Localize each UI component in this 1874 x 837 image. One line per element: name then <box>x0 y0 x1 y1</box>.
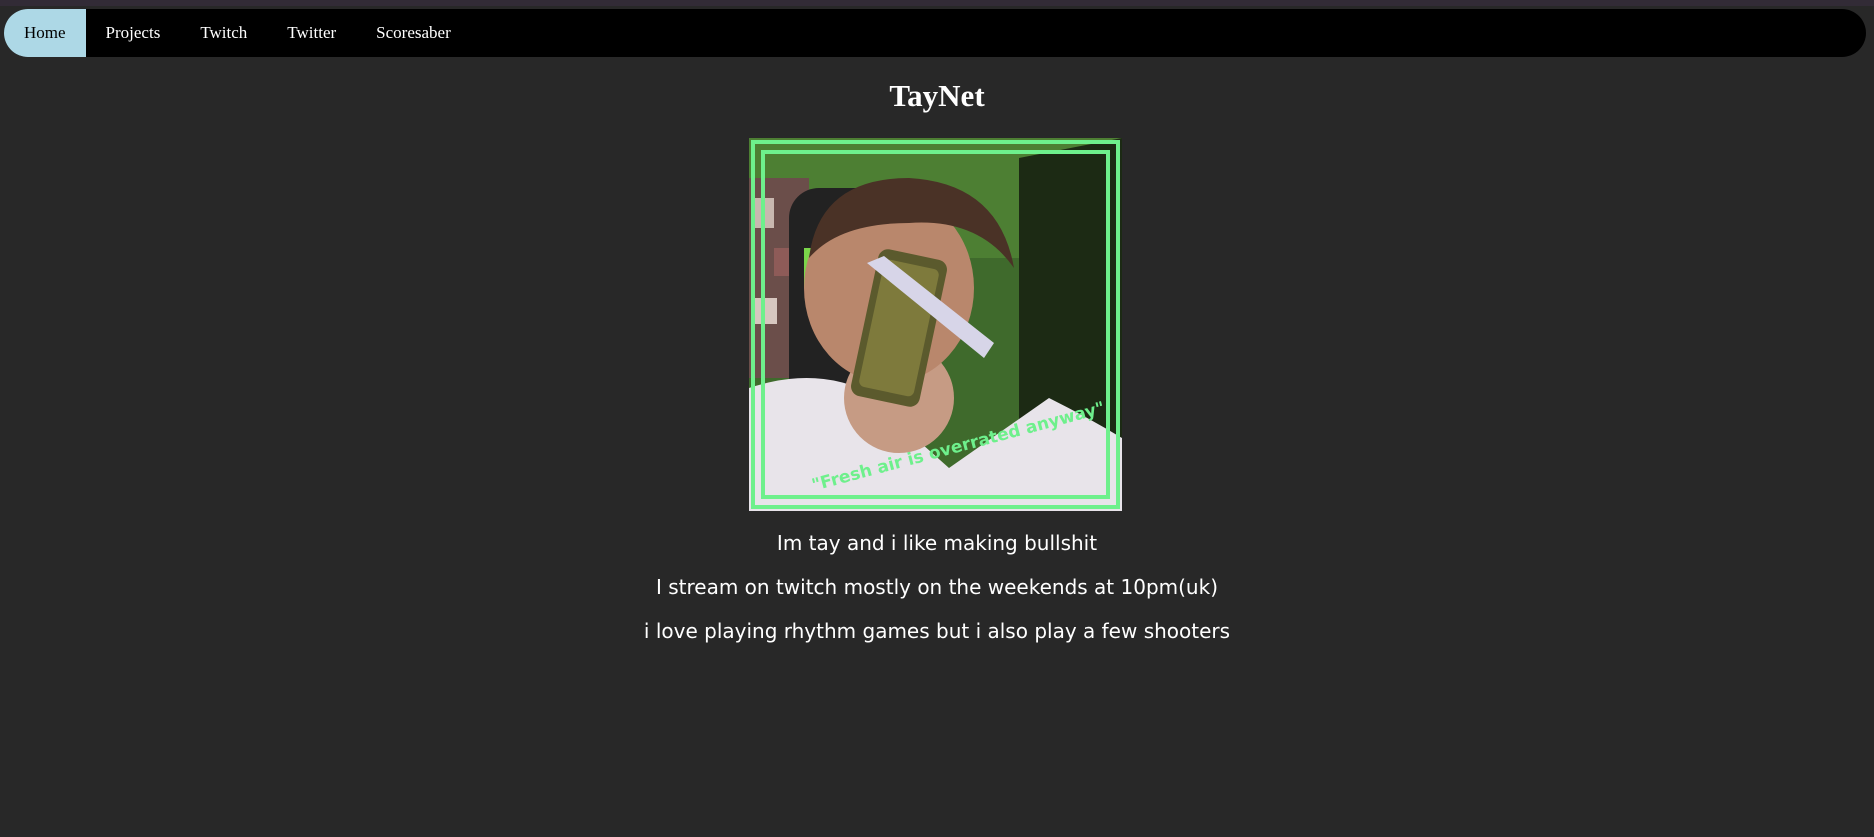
nav-twitter[interactable]: Twitter <box>267 9 356 57</box>
nav-twitch[interactable]: Twitch <box>180 9 267 57</box>
nav-projects[interactable]: Projects <box>86 9 181 57</box>
navbar: Home Projects Twitch Twitter Scoresaber <box>4 9 1866 57</box>
bio-line-2: I stream on twitch mostly on the weekend… <box>655 575 1218 599</box>
nav-scoresaber[interactable]: Scoresaber <box>356 9 471 57</box>
bio-line-1: Im tay and i like making bullshit <box>776 531 1098 555</box>
nav-home[interactable]: Home <box>4 9 86 57</box>
page-title: TayNet <box>889 78 985 113</box>
top-strip <box>0 0 1874 6</box>
bio-line-3: i love playing rhythm games but i also p… <box>643 619 1231 643</box>
profile-photo: "Fresh air is overrated anyway" <box>749 138 1122 511</box>
